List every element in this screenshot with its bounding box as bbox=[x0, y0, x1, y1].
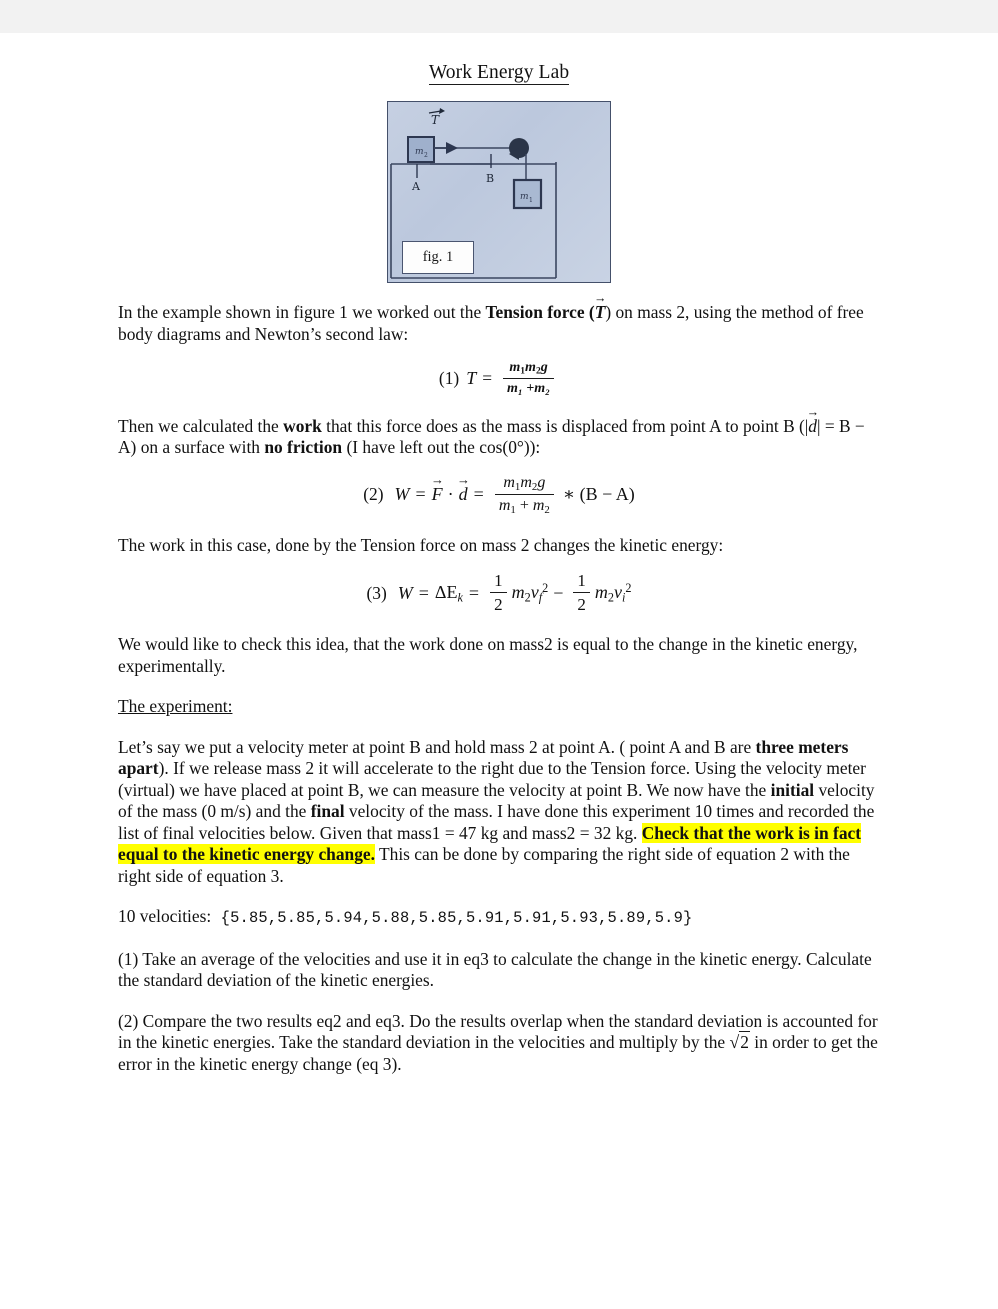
equation-3-number: (3) bbox=[366, 582, 387, 603]
paragraph-check-idea: We would like to check this idea, that t… bbox=[118, 634, 858, 676]
equation-3-half-1: 1 2 bbox=[490, 571, 507, 615]
equation-1: (1) T = m1m2g m₁ +m₂ bbox=[118, 360, 880, 397]
velocities-label: 10 velocities: bbox=[118, 906, 212, 927]
velocities-values: {5.85,5.85,5.94,5.88,5.85,5.91,5.91,5.93… bbox=[220, 909, 693, 928]
equation-2-lhs: W bbox=[394, 484, 410, 505]
equation-3-lhs: W bbox=[397, 582, 413, 603]
sqrt-two-symbol: √2 bbox=[729, 1031, 750, 1053]
tension-vector-symbol: T bbox=[595, 302, 606, 324]
equation-2-numerator: m1m2g bbox=[503, 473, 546, 493]
figure-1-image: m 2 T m 1 A B fig. 1 bbox=[387, 101, 611, 283]
equation-2-tail: ∗ (B − A) bbox=[562, 484, 635, 505]
page-title-text: Work Energy Lab bbox=[428, 62, 570, 85]
equation-2-displacement-vector: d bbox=[459, 484, 468, 505]
svg-text:2: 2 bbox=[424, 152, 428, 159]
svg-text:1: 1 bbox=[529, 197, 533, 204]
equation-3-term-final: m2vf2 bbox=[511, 581, 549, 605]
equation-2-fraction: m1m2g m1 + m2 bbox=[494, 473, 554, 516]
equation-2: (2) W = F · d = m1m2g m1 + m2 ∗ (B − A) bbox=[118, 474, 880, 516]
svg-text:T: T bbox=[431, 113, 440, 127]
displacement-vector-symbol: d bbox=[808, 416, 817, 438]
initial-bold: initial bbox=[770, 779, 815, 800]
equation-3: (3) W = ΔEk = 1 2 m2vf2 − 1 2 m2vi2 bbox=[366, 571, 632, 615]
equation-2-dot: · bbox=[447, 484, 454, 505]
svg-text:B: B bbox=[486, 172, 494, 185]
document-body: In the example shown in figure 1 we work… bbox=[118, 283, 880, 1075]
equation-3-minus: − bbox=[553, 582, 564, 603]
page-title: Work Energy Lab bbox=[0, 62, 998, 85]
figure-caption: fig. 1 bbox=[402, 241, 474, 274]
paragraph-intro: In the example shown in figure 1 we work… bbox=[118, 302, 880, 345]
final-bold: final bbox=[310, 801, 345, 822]
equation-1-numerator: m1m2g bbox=[509, 360, 548, 377]
equation-1-number: (1) bbox=[438, 367, 460, 388]
svg-text:m: m bbox=[415, 147, 424, 157]
svg-text:A: A bbox=[411, 180, 421, 193]
paragraph-kinetic-energy: The work in this case, done by the Tensi… bbox=[118, 534, 724, 555]
equation-1-fraction: m1m2g m₁ +m₂ bbox=[503, 360, 555, 397]
equation-3-half-2: 1 2 bbox=[573, 571, 590, 615]
document-page: Work Energy Lab m 2 T m 1 A B fig. 1 In … bbox=[0, 62, 998, 1309]
equation-2-force-vector: F bbox=[432, 484, 443, 505]
work-bold: work bbox=[283, 415, 322, 436]
equation-1-denominator: m₁ +m₂ bbox=[503, 377, 555, 397]
window-top-band bbox=[0, 0, 998, 33]
equation-2-denominator: m1 + m2 bbox=[494, 493, 554, 516]
figure-container: m 2 T m 1 A B fig. 1 bbox=[0, 101, 998, 283]
intro-vec-open: ( bbox=[584, 302, 595, 322]
paragraph-experiment: Let’s say we put a velocity meter at poi… bbox=[118, 736, 875, 886]
equation-3-term-initial: m2vi2 bbox=[594, 581, 632, 605]
svg-text:m: m bbox=[520, 192, 529, 202]
intro-bold-tension-force: Tension force bbox=[485, 302, 585, 322]
velocities-line: 10 velocities: {5.85,5.85,5.94,5.88,5.85… bbox=[118, 906, 880, 930]
equation-1-lhs: T bbox=[466, 367, 477, 388]
task-1: (1) Take an average of the velocities an… bbox=[118, 948, 872, 991]
equation-3-delta-ek: ΔEk bbox=[434, 581, 463, 604]
experiment-heading: The experiment: bbox=[118, 696, 233, 717]
paragraph-work: Then we calculated the work that this fo… bbox=[118, 416, 880, 459]
no-friction-bold: no friction bbox=[264, 437, 343, 458]
equation-1-equals: = bbox=[482, 367, 493, 388]
task-2: (2) Compare the two results eq2 and eq3.… bbox=[118, 1010, 878, 1074]
equation-2-number: (2) bbox=[363, 484, 384, 505]
